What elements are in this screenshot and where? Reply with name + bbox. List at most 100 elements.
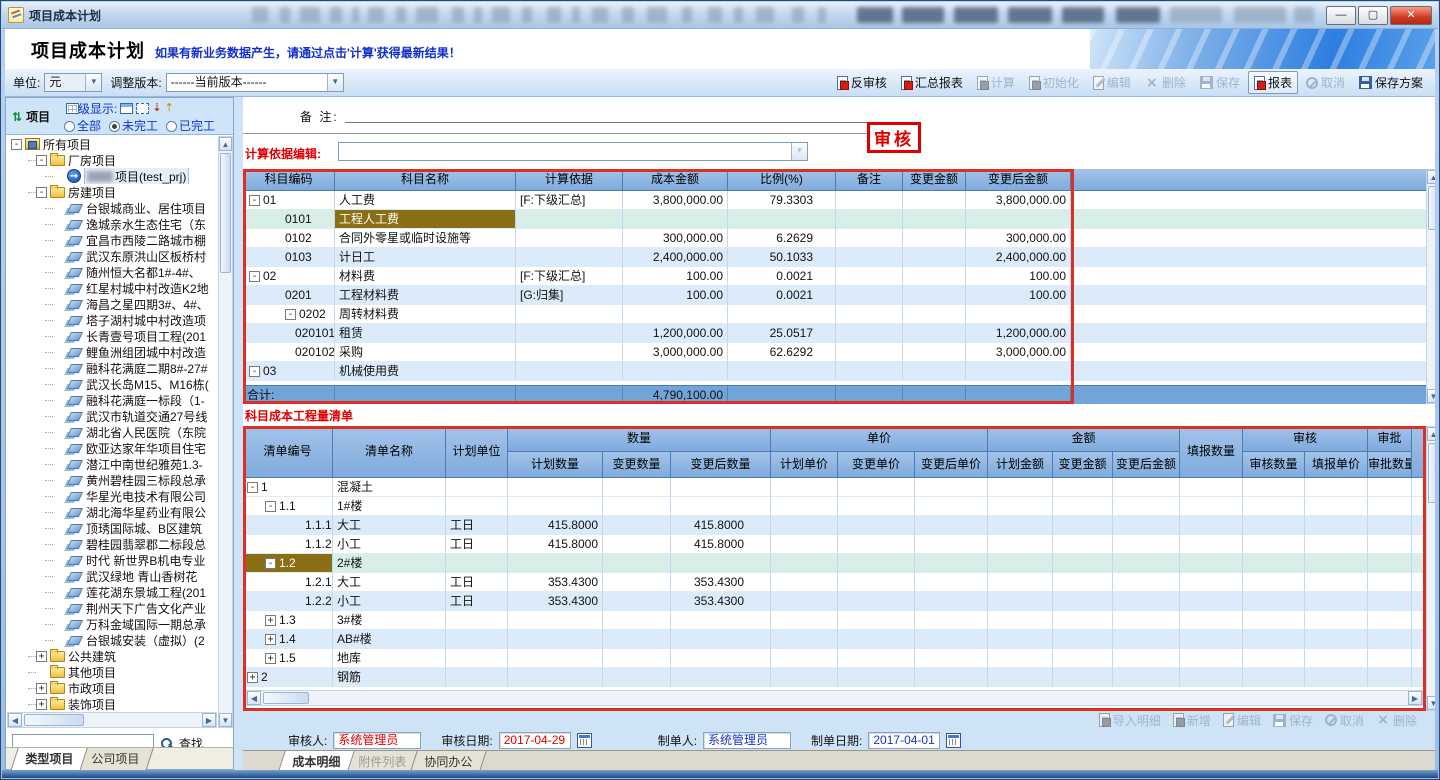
cell-name[interactable]: 大工 [333, 573, 446, 592]
cell-amount[interactable] [623, 305, 728, 324]
cell-after_amt[interactable] [1113, 516, 1180, 535]
cell-remark[interactable] [836, 248, 903, 267]
list-row[interactable]: +1.5地库 [243, 649, 1426, 668]
column-header-plan_amt[interactable]: 计划金额 [988, 452, 1053, 478]
cell-code[interactable]: 1.2.1 [243, 573, 333, 592]
cell-after_up[interactable] [915, 649, 988, 668]
cell-name[interactable]: 人工费 [335, 191, 516, 210]
cell-code[interactable]: +1.4 [243, 630, 333, 649]
cell-ratio[interactable]: 0.0021 [728, 267, 836, 286]
cell-audit_qty[interactable] [1243, 592, 1305, 611]
column-header-plan_up[interactable]: 计划单价 [771, 452, 838, 478]
list-toolbar-button-del[interactable]: ×删除 [1372, 711, 1421, 730]
cell-audit_qty[interactable] [1243, 497, 1305, 516]
tree-item[interactable]: -湖北省人民医院（东院 [7, 424, 217, 440]
cell-unit[interactable]: 工日 [446, 535, 508, 554]
tree-item[interactable]: -鲤鱼洲组团城中村改造 [7, 344, 217, 360]
cell-plan_amt[interactable] [988, 649, 1053, 668]
cell-chg_qty[interactable] [603, 497, 671, 516]
cell-after_up[interactable] [915, 668, 988, 687]
unit-select[interactable]: 元 ▼ [44, 73, 102, 92]
cell-code[interactable]: +2 [243, 668, 333, 687]
tree-item[interactable]: -宜昌市西陵二路城市棚 [7, 232, 217, 248]
cell-name[interactable]: 混凝土 [333, 478, 446, 497]
cell-amount[interactable]: 3,800,000.00 [623, 191, 728, 210]
cell-appr_qty[interactable] [1368, 649, 1412, 668]
column-header-plan_qty[interactable]: 计划数量 [508, 452, 603, 478]
tree-item[interactable]: -融科花满庭二期8#-27# [7, 360, 217, 376]
subject-row[interactable]: 0102合同外零星或临时设施等300,000.006.2629300,000.0… [243, 229, 1426, 248]
cell-after_amt[interactable]: 3,000,000.00 [966, 343, 1071, 362]
cell-chg_amt[interactable] [1053, 630, 1113, 649]
cell-plan_qty[interactable] [508, 497, 603, 516]
cell-after_amt[interactable] [966, 305, 1071, 324]
cell-unit[interactable] [446, 630, 508, 649]
cell-code[interactable]: 1.1.1 [243, 516, 333, 535]
cell-after_up[interactable] [915, 497, 988, 516]
cell-after_amt[interactable] [1113, 497, 1180, 516]
tree-item[interactable]: -海昌之星四期3#、4#、 [7, 296, 217, 312]
detail-tab-成本明细[interactable]: 成本明细 [277, 751, 354, 770]
cell-name[interactable]: 合同外零星或临时设施等 [335, 229, 516, 248]
cell-fill_qty[interactable] [1180, 497, 1243, 516]
cell-chg_amt[interactable] [1053, 668, 1113, 687]
cell-after_qty[interactable]: 415.8000 [671, 535, 771, 554]
list-row[interactable]: 1.1.1大工工日415.8000415.8000 [243, 516, 1426, 535]
cell-after_amt[interactable] [1113, 668, 1180, 687]
cell-plan_up[interactable] [771, 497, 838, 516]
cell-plan_amt[interactable] [988, 535, 1053, 554]
toolbar-button-8-report[interactable]: 报表 [1248, 71, 1298, 94]
cell-ratio[interactable]: 0.0021 [728, 286, 836, 305]
list-toolbar-button-save[interactable]: 保存 [1269, 711, 1317, 730]
column-header-after_up[interactable]: 变更后单价 [915, 452, 988, 478]
cell-plan_amt[interactable] [988, 516, 1053, 535]
cell-plan_amt[interactable] [988, 497, 1053, 516]
cell-name[interactable]: 地库 [333, 649, 446, 668]
cell-code[interactable]: 0103 [243, 248, 335, 267]
cell-name[interactable]: 小工 [333, 535, 446, 554]
column-header-fill_up[interactable]: 填报单价 [1305, 452, 1368, 478]
cell-after_qty[interactable]: 415.8000 [671, 516, 771, 535]
cell-chg_qty[interactable] [603, 611, 671, 630]
cell-basis[interactable] [516, 248, 623, 267]
cell-unit[interactable] [446, 611, 508, 630]
cell-plan_up[interactable] [771, 478, 838, 497]
cell-plan_qty[interactable]: 415.8000 [508, 535, 603, 554]
cell-after_amt[interactable] [966, 210, 1071, 229]
toolbar-button-1-unaudit[interactable]: 反审核 [831, 71, 893, 94]
cell-chg_qty[interactable] [603, 535, 671, 554]
cell-name[interactable]: 材料费 [335, 267, 516, 286]
subject-row[interactable]: -0202周转材料费 [243, 305, 1426, 324]
cell-appr_qty[interactable] [1368, 573, 1412, 592]
cell-appr_qty[interactable] [1368, 535, 1412, 554]
column-header-basis[interactable]: 计算依据 [516, 169, 623, 191]
cell-basis[interactable]: [G:归集] [516, 286, 623, 305]
cell-remark[interactable] [836, 210, 903, 229]
cell-after_qty[interactable] [671, 497, 771, 516]
group-header[interactable]: 数量 [508, 426, 771, 452]
cell-chg_amt[interactable] [903, 343, 966, 362]
toolbar-button-2-report[interactable]: 汇总报表 [895, 71, 969, 94]
row-expander[interactable]: - [247, 482, 258, 493]
cell-plan_up[interactable] [771, 516, 838, 535]
cell-chg_amt[interactable] [1053, 592, 1113, 611]
cell-after_qty[interactable] [671, 649, 771, 668]
cell-after_up[interactable] [915, 611, 988, 630]
column-header-chg_amt[interactable]: 变更金额 [1053, 452, 1113, 478]
cell-plan_up[interactable] [771, 668, 838, 687]
cell-name[interactable]: 3#楼 [333, 611, 446, 630]
cell-after_amt[interactable] [1113, 478, 1180, 497]
cell-fill_up[interactable] [1305, 668, 1368, 687]
cell-unit[interactable] [446, 554, 508, 573]
scroll-up-icon[interactable]: ▲ [1427, 427, 1435, 441]
cell-plan_qty[interactable] [508, 554, 603, 573]
cell-fill_up[interactable] [1305, 649, 1368, 668]
tree-item[interactable]: -红星村城中村改造K2地 [7, 280, 217, 296]
tree-item[interactable]: -其他项目 [7, 664, 217, 680]
cell-after_qty[interactable] [671, 611, 771, 630]
column-header-chg_qty[interactable]: 变更数量 [603, 452, 671, 478]
row-expander[interactable]: - [249, 366, 260, 377]
subject-row[interactable]: 020101租赁1,200,000.0025.05171,200,000.00 [243, 324, 1426, 343]
cell-unit[interactable] [446, 649, 508, 668]
cell-after_amt[interactable] [1113, 611, 1180, 630]
